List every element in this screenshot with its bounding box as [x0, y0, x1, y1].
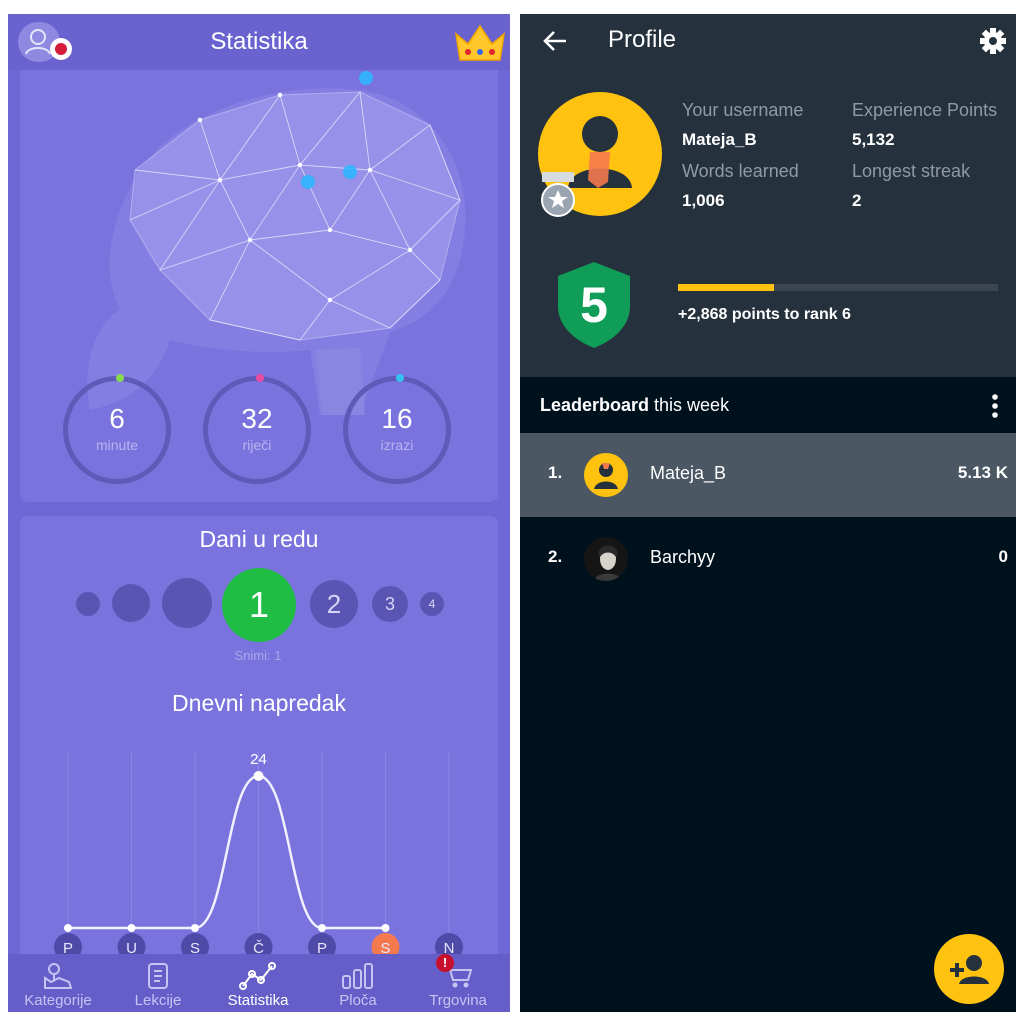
add-friend-button[interactable] — [934, 934, 1004, 1004]
daily-progress-heading: Dnevni napredak — [172, 690, 346, 716]
rank-number: 5 — [580, 277, 608, 333]
leaderboard-rank: 2. — [548, 547, 563, 566]
current-streak-badge: 1 — [222, 568, 296, 642]
leaderboard-header: Leaderboard this week — [520, 377, 1016, 433]
nav-trgovina[interactable]: Trgovina — [408, 958, 508, 1009]
nav-kategorije[interactable]: Kategorije — [8, 958, 108, 1009]
username-value: Mateja_B — [682, 130, 757, 149]
brain-stats-card: 6 minute 32 riječi 16 izrazi — [20, 70, 498, 502]
notification-badge: ! — [436, 954, 454, 972]
longest-streak-value: 2 — [852, 191, 862, 210]
daily-progress-chart: 24 PUSČPSN — [54, 751, 463, 961]
phrases-value: 16 — [381, 403, 413, 434]
streak-next-dot: 2 — [310, 580, 358, 628]
streak-next-dot: 3 — [372, 586, 408, 622]
bars-icon — [342, 963, 373, 989]
rank-shield-icon: 5 — [558, 262, 630, 348]
minutes-label: minute — [95, 437, 139, 453]
phrases-ring: 16 izrazi — [343, 374, 451, 484]
profile-screen: Profile Your username Mateja_B Experienc… — [520, 14, 1016, 1012]
words-value: 32 — [241, 403, 273, 434]
nav-statistika[interactable]: Statistika — [208, 958, 308, 1009]
points-to-next-rank: +2,868 points to rank 6 — [678, 306, 851, 323]
words-ring: 32 riječi — [203, 374, 311, 484]
rank-progress-bar — [678, 284, 998, 291]
gear-icon[interactable] — [978, 26, 1008, 56]
words-learned-label: Words learned — [682, 161, 799, 181]
phrases-label: izrazi — [380, 437, 414, 453]
streak-past-dot — [162, 578, 212, 628]
leaderboard-name: Barchyy — [650, 547, 716, 567]
nav-label: Statistika — [227, 992, 289, 1009]
nav-label: Kategorije — [24, 992, 92, 1009]
avatar-silhouette-icon — [594, 463, 618, 489]
stats-header: Statistika — [8, 14, 510, 70]
leaderboard-score: 0 — [998, 547, 1008, 566]
longest-streak-label: Longest streak — [852, 161, 971, 181]
page-title: Profile — [608, 26, 677, 53]
chart-point — [318, 924, 326, 932]
leaderboard-rank: 1. — [548, 463, 563, 482]
book-icon — [148, 963, 168, 989]
words-learned-value: 1,006 — [682, 191, 725, 210]
ring-indicator — [116, 374, 124, 382]
ring-indicator — [396, 374, 404, 382]
chart-data-label: 24 — [250, 751, 267, 768]
crown-icon[interactable] — [452, 20, 508, 64]
leaderboard-title: Leaderboard this week — [540, 395, 729, 416]
nav-label: Ploča — [339, 992, 377, 1009]
leaderboard-score: 5.13 K — [957, 463, 1008, 482]
chart-point — [191, 924, 199, 932]
page-title: Statistika — [210, 28, 308, 55]
bottom-navigation: Kategorije Lekcije Statistika Ploča Trgo… — [8, 954, 510, 1012]
nav-ploca[interactable]: Ploča — [308, 958, 408, 1009]
streak-past-dot — [76, 592, 100, 616]
chart-point — [127, 924, 136, 932]
rank-progress-fill — [678, 284, 774, 291]
xp-value: 5,132 — [852, 130, 895, 149]
chart-series-line — [68, 774, 386, 930]
streak-record: Snimi: 1 — [234, 648, 282, 663]
medal-icon — [541, 172, 575, 217]
ring-indicator — [256, 374, 264, 382]
words-label: riječi — [242, 437, 272, 453]
leaderboard-title-rest: this week — [649, 395, 730, 415]
streak-next-dot: 4 — [420, 592, 444, 616]
nav-lekcije[interactable]: Lekcije — [108, 958, 208, 1009]
more-vert-icon[interactable] — [990, 393, 1000, 419]
leaderboard-row[interactable]: 1. Mateja_B 5.13 K — [520, 433, 1016, 517]
map-icon — [44, 963, 73, 989]
chart-icon — [239, 962, 276, 990]
nav-label: Lekcije — [134, 992, 182, 1009]
leaderboard-avatar — [584, 537, 628, 581]
minutes-value: 6 — [109, 403, 125, 434]
chart-point — [381, 924, 390, 932]
avatar-photo-icon — [584, 537, 628, 581]
leaderboard-row[interactable]: 2. Barchyy 0 — [520, 517, 1016, 601]
xp-label: Experience Points — [852, 100, 998, 120]
streak-heading: Dani u redu — [199, 526, 319, 552]
chart-point — [64, 924, 72, 932]
streak-past-dot — [112, 584, 150, 622]
minutes-ring: 6 minute — [63, 374, 171, 484]
username-label: Your username — [682, 100, 804, 120]
brain-illustration — [87, 71, 466, 416]
back-arrow-icon[interactable] — [542, 28, 568, 60]
nav-label: Trgovina — [429, 992, 487, 1009]
leaderboard-title-bold: Leaderboard — [540, 395, 650, 415]
person-add-icon — [950, 955, 989, 984]
statistics-screen: 6 minute 32 riječi 16 izrazi Statistika — [8, 14, 510, 1012]
profile-header-area: Profile Your username Mateja_B Experienc… — [520, 14, 1016, 377]
leaderboard-avatar — [584, 453, 628, 497]
leaderboard-name: Mateja_B — [650, 463, 727, 483]
chart-point — [253, 771, 264, 781]
